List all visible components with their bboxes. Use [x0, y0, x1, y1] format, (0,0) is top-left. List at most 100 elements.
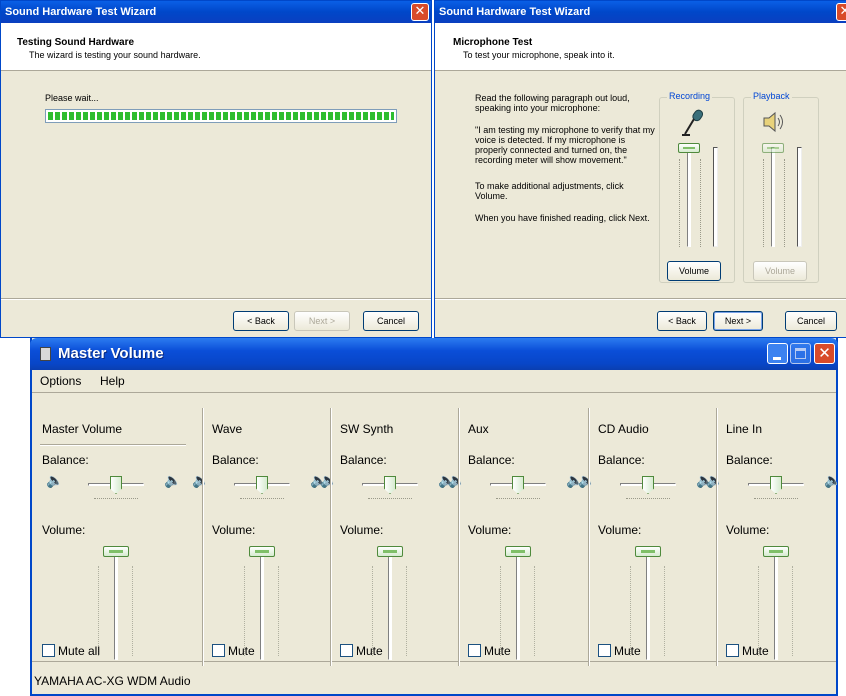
- left-speaker-icon: 🔈: [320, 473, 338, 489]
- close-icon: ✕: [818, 344, 831, 362]
- wizard-window-testing: Sound Hardware Test Wizard ✕ Testing Sou…: [0, 0, 432, 338]
- footer-separator: [1, 298, 431, 300]
- tick-marks: [784, 159, 785, 247]
- close-button[interactable]: ✕: [814, 343, 835, 364]
- mixer-channel: CD Audio Balance: 🔈 🔈 Volume: Mute: [578, 408, 716, 666]
- balance-slider[interactable]: [384, 476, 396, 494]
- volume-slider[interactable]: [377, 546, 403, 557]
- recording-level-meter: [713, 147, 718, 247]
- balance-slider[interactable]: [110, 476, 122, 494]
- mute-label: Mute: [484, 644, 511, 658]
- volume-ticks: [534, 566, 535, 656]
- volume-track[interactable]: [388, 556, 392, 660]
- left-speaker-icon: 🔈: [192, 473, 210, 489]
- quote-text: properly connected and turned on, the: [475, 145, 628, 155]
- channel-underline: [40, 444, 186, 446]
- balance-ticks: [754, 498, 798, 499]
- mute-checkbox[interactable]: Mute all: [42, 644, 100, 658]
- balance-slider[interactable]: [642, 476, 654, 494]
- mute-checkbox[interactable]: Mute: [340, 644, 383, 658]
- window-title: Master Volume: [58, 345, 164, 362]
- balance-label: Balance:: [726, 453, 773, 467]
- playback-volume-button[interactable]: Volume: [753, 261, 807, 281]
- volume-track[interactable]: [774, 556, 778, 660]
- quote-text: "I am testing my microphone to verify th…: [475, 125, 655, 135]
- mute-checkbox[interactable]: Mute: [212, 644, 255, 658]
- channel-name: Line In: [726, 422, 763, 436]
- header-subtitle: To test your microphone, speak into it.: [463, 50, 615, 60]
- checkbox-box[interactable]: [42, 644, 55, 657]
- mute-checkbox[interactable]: Mute: [726, 644, 769, 658]
- right-speaker-icon: 🔈: [824, 473, 842, 489]
- back-button[interactable]: < Back: [657, 311, 707, 331]
- volume-track[interactable]: [516, 556, 520, 660]
- close-icon[interactable]: ✕: [836, 3, 846, 21]
- speaker-icon: [761, 109, 787, 135]
- checkbox-box[interactable]: [340, 644, 353, 657]
- volume-label: Volume:: [212, 523, 256, 537]
- title-bar[interactable]: Sound Hardware Test Wizard ✕: [1, 1, 431, 23]
- window-title: Sound Hardware Test Wizard: [5, 6, 157, 18]
- left-speaker-icon: 🔈: [448, 473, 466, 489]
- balance-ticks: [94, 498, 138, 499]
- cancel-button[interactable]: Cancel: [785, 311, 837, 331]
- checkbox-box[interactable]: [726, 644, 739, 657]
- menu-options[interactable]: Options: [40, 370, 81, 392]
- checkbox-box[interactable]: [468, 644, 481, 657]
- balance-ticks: [240, 498, 284, 499]
- volume-ticks: [664, 566, 665, 656]
- channel-name: SW Synth: [340, 422, 394, 436]
- menu-help[interactable]: Help: [100, 370, 125, 392]
- volume-slider[interactable]: [505, 546, 531, 557]
- recording-volume-button[interactable]: Volume: [667, 261, 721, 281]
- volume-slider[interactable]: [763, 546, 789, 557]
- title-bar[interactable]: Master Volume ✕: [30, 338, 838, 370]
- minimize-button[interactable]: [767, 343, 788, 364]
- back-button[interactable]: < Back: [233, 311, 289, 331]
- volume-slider[interactable]: [249, 546, 275, 557]
- header-title: Microphone Test: [453, 37, 533, 48]
- checkbox-box[interactable]: [212, 644, 225, 657]
- volume-ticks: [792, 566, 793, 656]
- mute-checkbox[interactable]: Mute: [598, 644, 641, 658]
- maximize-button[interactable]: [790, 343, 811, 364]
- mixer-channel: Aux Balance: 🔈 🔈 Volume: Mute: [448, 408, 586, 666]
- volume-ticks: [406, 566, 407, 656]
- mixer-channel: SW Synth Balance: 🔈 🔈 Volume: Mute: [320, 408, 458, 666]
- balance-slider[interactable]: [256, 476, 268, 494]
- balance-label: Balance:: [598, 453, 645, 467]
- instruction-text: To make additional adjustments, click: [475, 181, 624, 191]
- progress-bar: [45, 109, 397, 123]
- volume-slider[interactable]: [103, 546, 129, 557]
- volume-slider[interactable]: [635, 546, 661, 557]
- cancel-button[interactable]: Cancel: [363, 311, 419, 331]
- instruction-text: Volume.: [475, 191, 508, 201]
- balance-label: Balance:: [468, 453, 515, 467]
- recording-label: Recording: [667, 91, 713, 101]
- volume-track[interactable]: [646, 556, 650, 660]
- master-volume-window: Master Volume ✕ Options Help Master Volu…: [30, 338, 841, 696]
- next-button[interactable]: Next >: [294, 311, 350, 331]
- volume-ticks: [244, 566, 245, 656]
- next-button[interactable]: Next >: [713, 311, 763, 331]
- close-icon[interactable]: ✕: [411, 3, 429, 21]
- progress-fill: [48, 112, 394, 120]
- volume-label: Volume:: [598, 523, 642, 537]
- volume-ticks: [98, 566, 99, 656]
- volume-track[interactable]: [260, 556, 264, 660]
- wizard-header: Testing Sound Hardware The wizard is tes…: [1, 23, 431, 71]
- playback-volume-track[interactable]: [771, 147, 775, 247]
- recording-volume-track[interactable]: [687, 147, 691, 247]
- balance-slider[interactable]: [770, 476, 782, 494]
- mixer-channel: Line In Balance: 🔈 🔈 Volume: Mute: [706, 408, 844, 666]
- volume-track[interactable]: [114, 556, 118, 660]
- app-icon: [40, 347, 51, 361]
- playback-volume-slider[interactable]: [762, 143, 784, 153]
- volume-ticks: [500, 566, 501, 656]
- title-bar[interactable]: Sound Hardware Test Wizard ✕: [435, 1, 846, 23]
- quote-text: voice is detected. If my microphone is: [475, 135, 626, 145]
- balance-slider[interactable]: [512, 476, 524, 494]
- checkbox-box[interactable]: [598, 644, 611, 657]
- mute-checkbox[interactable]: Mute: [468, 644, 511, 658]
- recording-volume-slider[interactable]: [678, 143, 700, 153]
